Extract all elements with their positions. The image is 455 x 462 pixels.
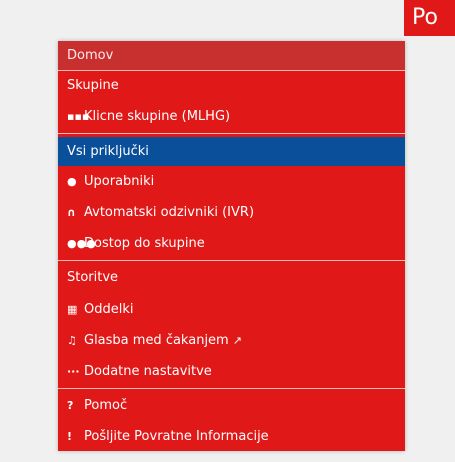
user-icon: ● [67, 175, 77, 188]
menu-item-all-extensions[interactable]: Vsi priključki [58, 137, 405, 166]
question-icon: ? [67, 399, 74, 412]
menu-item-label: Dodatne nastavitve [84, 364, 212, 379]
more-icon: ··· [67, 365, 80, 378]
menu-item-label: Pošljite Povratne Informacije [84, 429, 269, 444]
menu-divider [58, 388, 405, 389]
menu-item-label: Dostop do skupine [84, 236, 205, 251]
menu-divider [58, 133, 405, 134]
department-icon: ▦ [67, 303, 78, 316]
group-icon: ●●● [67, 237, 96, 250]
menu-item-group-access[interactable]: ●●●Dostop do skupine [58, 229, 405, 258]
menu-item-label: Avtomatski odzivniki (IVR) [84, 205, 255, 220]
menu-item-hunt-groups[interactable]: ▪▪▪Klicne skupine (MLHG) [58, 102, 405, 131]
menu-item-label: Glasba med čakanjem [84, 333, 229, 348]
external-link-icon: ↗ [232, 334, 242, 347]
menu-item-label: Uporabniki [84, 174, 155, 189]
menu-item-users[interactable]: ● Uporabniki [58, 167, 405, 196]
menu-item-additional-settings[interactable]: ··· Dodatne nastavitve [58, 357, 405, 386]
menu-item-ivr[interactable]: ∩ Avtomatski odzivniki (IVR) [58, 198, 405, 227]
menu-item-help[interactable]: ? Pomoč [58, 391, 405, 420]
menu-item-music-on-hold[interactable]: ♫ Glasba med čakanjem ↗ [58, 326, 405, 355]
hunt-group-icon: ▪▪▪ [67, 110, 90, 123]
menu-header-groups: Skupine [67, 78, 119, 93]
dropdown-menu: Domov Skupine ▪▪▪Klicne skupine (MLHG) V… [58, 41, 405, 451]
menu-divider [58, 260, 405, 261]
menu-item-home[interactable]: Domov [58, 41, 405, 70]
exclamation-icon: ! [67, 430, 73, 443]
menu-item-feedback[interactable]: ! Pošljite Povratne Informacije [58, 422, 405, 451]
top-tab[interactable]: Po [404, 0, 455, 36]
menu-item-label: Pomoč [84, 398, 128, 413]
menu-item-label: Klicne skupine (MLHG) [84, 109, 231, 124]
menu-item-label: Oddelki [84, 302, 134, 317]
music-icon: ♫ [67, 334, 77, 347]
menu-item-departments[interactable]: ▦ Oddelki [58, 295, 405, 324]
headset-icon: ∩ [67, 206, 76, 219]
menu-header-services: Storitve [67, 270, 119, 285]
